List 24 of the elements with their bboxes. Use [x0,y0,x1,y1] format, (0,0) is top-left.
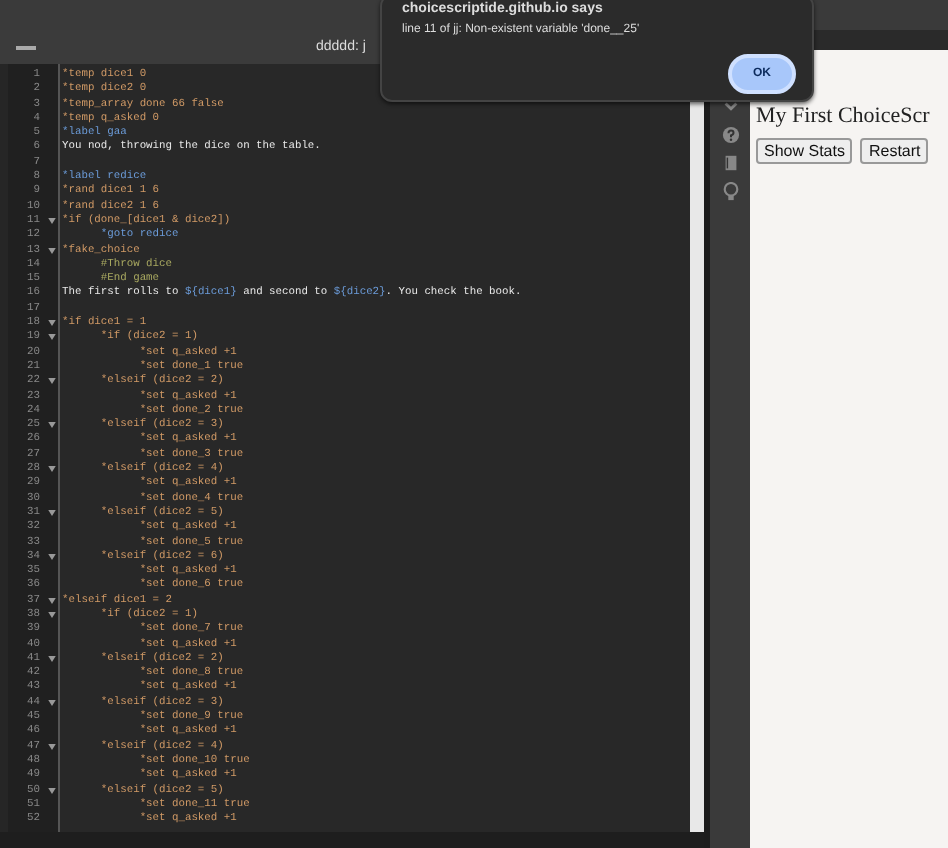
help-icon[interactable] [721,126,739,144]
code-editor[interactable] [8,64,704,832]
fold-arrow-icon[interactable] [47,743,55,750]
fold-arrow-icon[interactable] [47,247,55,254]
fold-arrow-icon[interactable] [47,597,55,604]
collapse-icon[interactable] [16,43,36,51]
fold-arrow-icon[interactable] [47,656,55,663]
fold-arrow-icon[interactable] [47,218,55,225]
fold-arrow-icon[interactable] [47,699,55,706]
book-icon[interactable] [721,154,739,172]
fold-arrow-icon[interactable] [47,466,55,473]
fold-arrow-icon[interactable] [47,378,55,385]
lightbulb-icon[interactable] [721,182,739,202]
chevron-icon[interactable] [721,98,739,116]
game-title: My First ChoiceScr [756,104,932,128]
fold-arrow-icon[interactable] [47,422,55,429]
fold-arrow-icon[interactable] [47,320,55,327]
fold-arrow-icon[interactable] [47,612,55,619]
fold-arrow-icon[interactable] [47,334,55,341]
preview-button[interactable]: Show Stats [756,138,853,164]
fold-arrow-icon[interactable] [47,553,55,560]
preview-button[interactable]: Restart [860,138,929,164]
fold-arrow-icon[interactable] [47,510,55,517]
fold-arrow-icon[interactable] [47,787,55,794]
